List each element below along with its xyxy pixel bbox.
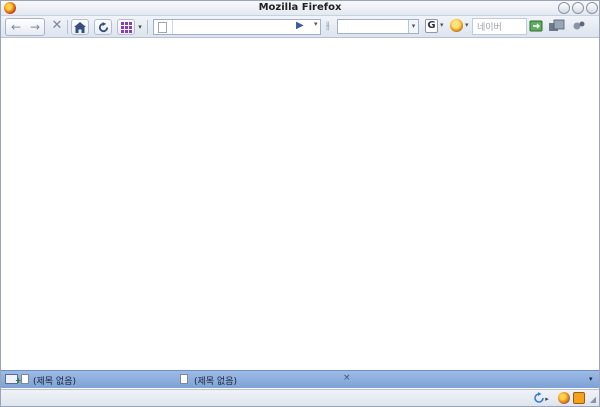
back-arrow-icon[interactable]: ← [8,20,24,34]
toolbar-grip-icon[interactable]: ⫲ [326,19,330,33]
naver-search-icon[interactable] [450,19,463,32]
new-tab-icon[interactable]: + [5,374,22,385]
windows-icon[interactable] [549,19,565,33]
url-history-dropdown-icon[interactable]: ▾ [314,20,318,28]
tab-2[interactable]: (제목 없음) × [180,371,352,388]
go-arrow-icon[interactable]: ▶ [296,20,304,31]
url-input[interactable] [176,21,296,33]
grid-icon [120,22,132,33]
tab-list-dropdown-icon[interactable]: ▾ [589,375,593,383]
tab-label: (제목 없음) [194,377,238,387]
home-button[interactable] [71,19,89,35]
home-icon [74,22,86,33]
page-icon [158,22,167,33]
google-dropdown-icon[interactable]: ▾ [440,21,444,29]
browser-window: Mozilla Firefox ← → ✕ ▾ ▶ ▾ ⫲ ▾ G ▾ ▾ 네이… [0,0,600,407]
close-window-button[interactable] [586,2,598,14]
window-title: Mozilla Firefox [258,2,342,13]
reload-icon [98,22,108,33]
tab-1[interactable]: (제목 없음) [21,371,171,388]
reload-button[interactable] [94,19,112,35]
search-dropdown-icon[interactable]: ▾ [408,20,418,33]
naver-search-input[interactable] [477,21,525,33]
title-bar: Mozilla Firefox [1,1,599,16]
tab-page-icon [180,374,188,384]
addon-status-icon[interactable] [573,392,585,404]
naver-search-box[interactable] [472,18,527,35]
tab-label: (제목 없음) [33,377,77,387]
extension-gear-icon[interactable] [572,19,586,33]
search-box[interactable]: ▾ [337,19,419,34]
speed-dial-button[interactable] [117,19,135,35]
speed-dial-dropdown-icon[interactable]: ▾ [137,20,143,34]
maximize-button[interactable] [572,2,584,14]
tab-bar: + (제목 없음) (제목 없음) × ▾ [1,370,599,388]
minimize-button[interactable] [558,2,570,14]
forward-arrow-icon[interactable]: → [27,20,43,34]
resize-grip-icon[interactable]: ◢ [589,393,597,407]
naver-dropdown-icon[interactable]: ▾ [465,21,469,29]
page-content[interactable] [1,39,599,370]
firefox-status-icon[interactable] [558,392,570,404]
status-bar: ▸ ◢ [1,389,599,406]
close-tab-icon[interactable]: × [343,373,351,383]
url-divider [172,20,173,34]
search-input[interactable] [340,21,408,32]
tab-page-icon [21,374,29,384]
toolbar-separator [147,20,148,34]
toolbar-separator [67,20,68,34]
translate-icon[interactable] [529,19,543,33]
google-search-icon[interactable]: G [425,19,438,33]
sync-dropdown-icon[interactable]: ▸ [544,392,550,406]
stop-button[interactable]: ✕ [50,19,64,33]
back-forward-group: ← → [5,18,45,36]
